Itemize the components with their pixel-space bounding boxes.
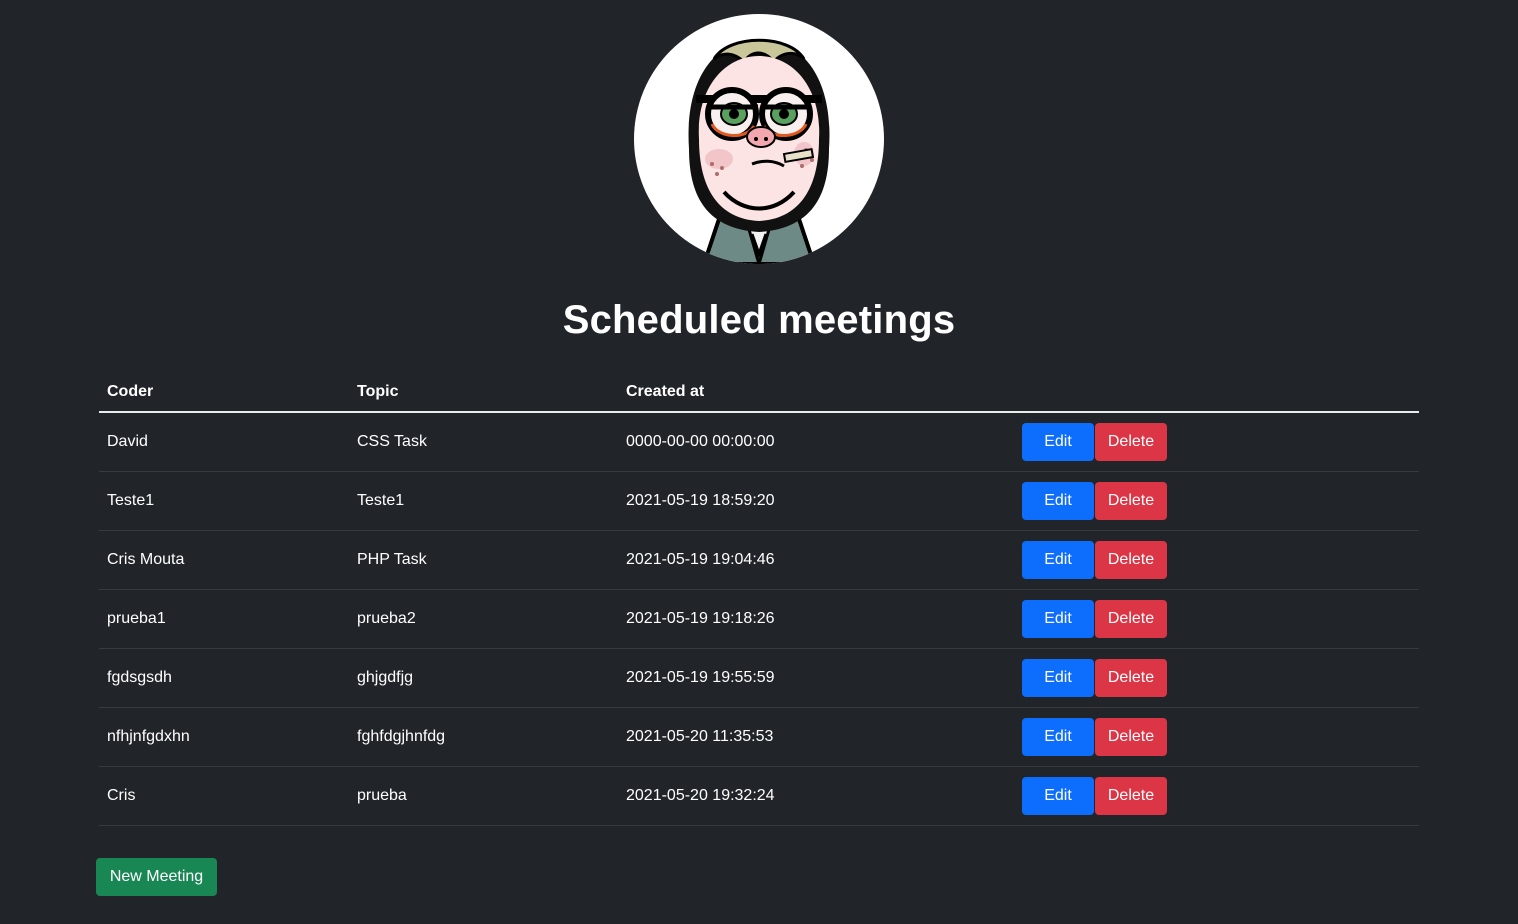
header-coder: Coder (99, 373, 349, 413)
edit-button[interactable]: Edit (1022, 541, 1094, 579)
edit-button[interactable]: Edit (1022, 600, 1094, 638)
cell-topic: Teste1 (349, 471, 618, 531)
cell-created-at: 2021-05-19 18:59:20 (618, 471, 1014, 531)
delete-button[interactable]: Delete (1095, 600, 1167, 638)
cell-created-at: 2021-05-20 19:32:24 (618, 766, 1014, 826)
delete-button[interactable]: Delete (1095, 659, 1167, 697)
cell-topic: prueba2 (349, 589, 618, 649)
edit-button[interactable]: Edit (1022, 777, 1094, 815)
delete-button[interactable]: Delete (1095, 718, 1167, 756)
cell-coder: fgdsgsdh (99, 648, 349, 708)
table-row: Cris Mouta PHP Task 2021-05-19 19:04:46 … (99, 530, 1419, 590)
delete-button[interactable]: Delete (1095, 777, 1167, 815)
cell-topic: fghfdgjhnfdg (349, 707, 618, 767)
cell-coder: nfhjnfgdxhn (99, 707, 349, 767)
cell-created-at: 2021-05-19 19:55:59 (618, 648, 1014, 708)
cell-topic: prueba (349, 766, 618, 826)
cell-actions: Edit Delete (1014, 707, 1419, 767)
cell-coder: Cris (99, 766, 349, 826)
cell-topic: CSS Task (349, 412, 618, 472)
page-title: Scheduled meetings (562, 298, 956, 342)
cell-created-at: 2021-05-19 19:18:26 (618, 589, 1014, 649)
table-row: prueba1 prueba2 2021-05-19 19:18:26 Edit… (99, 589, 1419, 649)
cell-created-at: 2021-05-19 19:04:46 (618, 530, 1014, 590)
header-created-at: Created at (618, 373, 1014, 413)
cell-coder: Teste1 (99, 471, 349, 531)
edit-button[interactable]: Edit (1022, 423, 1094, 461)
table-row: nfhjnfgdxhn fghfdgjhnfdg 2021-05-20 11:3… (99, 707, 1419, 767)
header-topic: Topic (349, 373, 618, 413)
cell-actions: Edit Delete (1014, 589, 1419, 649)
cell-coder: David (99, 412, 349, 472)
table-row: fgdsgsdh ghjgdfjg 2021-05-19 19:55:59 Ed… (99, 648, 1419, 708)
table-row: Cris prueba 2021-05-20 19:32:24 Edit Dele… (99, 766, 1419, 826)
delete-button[interactable]: Delete (1095, 482, 1167, 520)
edit-button[interactable]: Edit (1022, 482, 1094, 520)
table-header-row: Coder Topic Created at (99, 373, 1419, 413)
page: Scheduled meetings Coder Topic Created a… (0, 0, 1518, 924)
delete-button[interactable]: Delete (1095, 423, 1167, 461)
cell-actions: Edit Delete (1014, 471, 1419, 531)
header-actions (1014, 373, 1419, 413)
cell-created-at: 0000-00-00 00:00:00 (618, 412, 1014, 472)
cell-coder: prueba1 (99, 589, 349, 649)
avatar (634, 14, 884, 264)
table-row: Teste1 Teste1 2021-05-19 18:59:20 Edit De… (99, 471, 1419, 531)
cell-topic: PHP Task (349, 530, 618, 590)
cell-actions: Edit Delete (1014, 530, 1419, 590)
cell-actions: Edit Delete (1014, 766, 1419, 826)
edit-button[interactable]: Edit (1022, 659, 1094, 697)
cell-actions: Edit Delete (1014, 412, 1419, 472)
cell-topic: ghjgdfjg (349, 648, 618, 708)
edit-button[interactable]: Edit (1022, 718, 1094, 756)
cell-created-at: 2021-05-20 11:35:53 (618, 707, 1014, 767)
meetings-table: Coder Topic Created at David CSS Task 00… (99, 373, 1419, 826)
cell-coder: Cris Mouta (99, 530, 349, 590)
cell-actions: Edit Delete (1014, 648, 1419, 708)
table-row: David CSS Task 0000-00-00 00:00:00 Edit D… (99, 412, 1419, 472)
new-meeting-button[interactable]: New Meeting (96, 858, 217, 896)
cartoon-avatar-icon (688, 38, 830, 264)
delete-button[interactable]: Delete (1095, 541, 1167, 579)
